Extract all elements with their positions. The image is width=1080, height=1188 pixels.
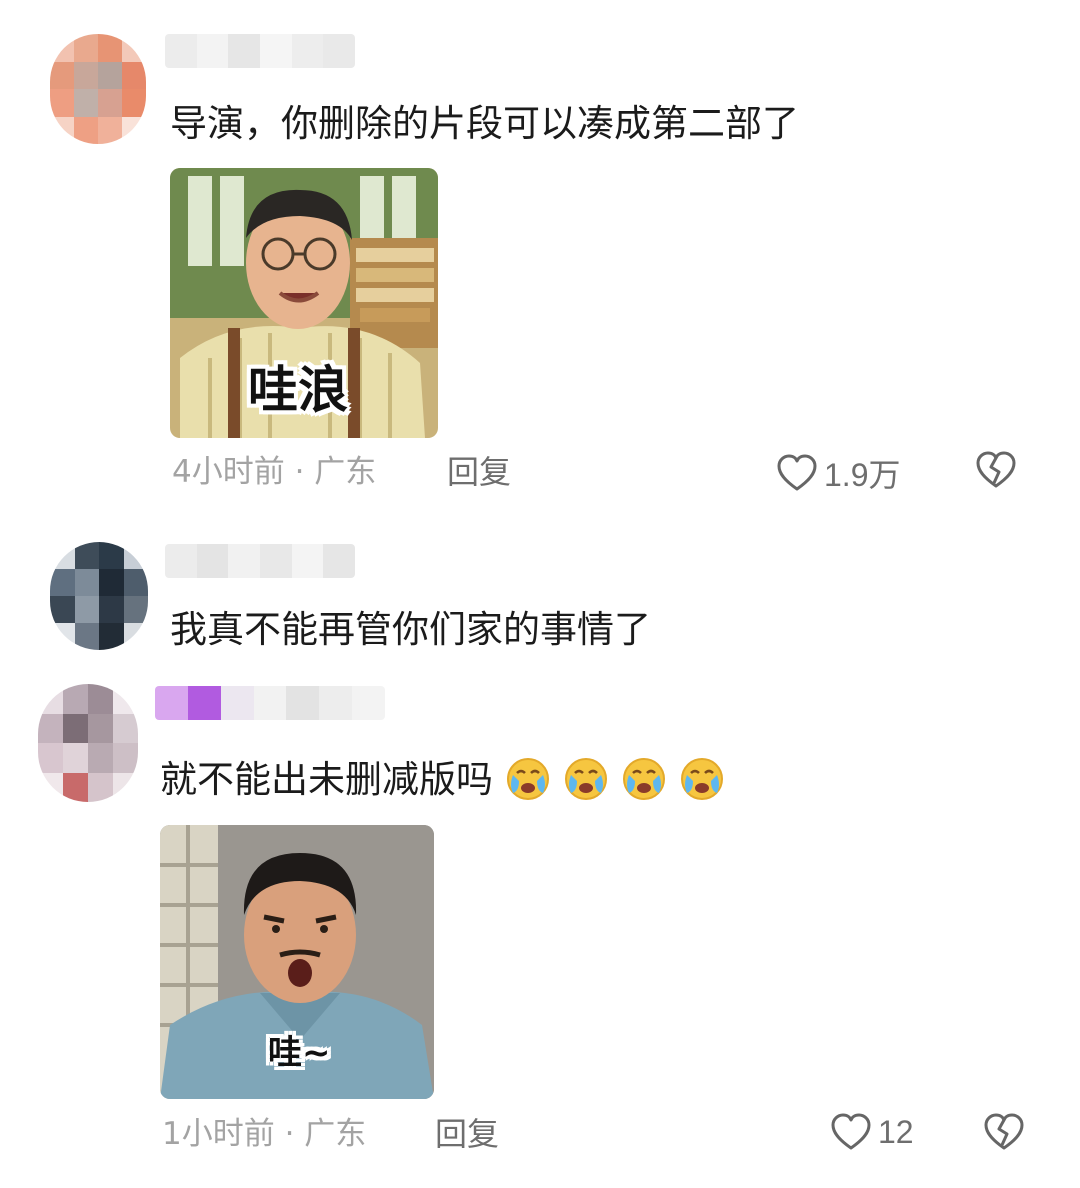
broken-heart-icon <box>976 451 1016 488</box>
comment-time-location: 4小时前 · 广东 <box>172 454 377 490</box>
like-button[interactable]: 1.9万 <box>776 450 901 496</box>
sticker-caption: 哇~ <box>268 1033 331 1073</box>
comment-text: 导演，你删除的片段可以凑成第二部了 <box>170 102 799 145</box>
broken-heart-icon <box>984 1113 1024 1150</box>
avatar[interactable] <box>38 684 138 802</box>
heart-outline-icon <box>777 454 817 491</box>
heart-outline-icon <box>831 1113 871 1150</box>
sticker-image[interactable]: 哇浪 <box>170 168 438 438</box>
reply-button[interactable]: 回复 <box>447 452 511 492</box>
username-blurred[interactable] <box>165 34 355 68</box>
comment-text: 我真不能再管你们家的事情了 <box>170 608 651 651</box>
dislike-button[interactable] <box>982 1112 1026 1156</box>
comment-text-content: 就不能出未删减版吗 <box>160 758 493 801</box>
username-blurred[interactable] <box>165 544 355 578</box>
dislike-button[interactable] <box>974 450 1018 494</box>
comment-item: 就不能出未删减版吗 哇~ 1小时前 · 广东 回复 12 <box>0 670 1080 1188</box>
comment-time-location: 1小时前 · 广东 <box>162 1116 367 1152</box>
comment-text: 就不能出未删减版吗 <box>160 756 725 805</box>
crying-face-emoji <box>563 755 609 801</box>
sticker-image[interactable]: 哇~ <box>160 825 434 1099</box>
like-count: 12 <box>878 1113 914 1150</box>
comment-item: 导演，你删除的片段可以凑成第二部了 哇浪 4小时前 · 广东 回复 1.9万 <box>0 0 1080 520</box>
username-blurred[interactable] <box>155 686 385 720</box>
avatar[interactable] <box>50 542 148 650</box>
like-count: 1.9万 <box>824 457 901 493</box>
crying-face-emoji <box>621 755 667 801</box>
like-button[interactable]: 12 <box>830 1112 914 1152</box>
avatar[interactable] <box>50 34 146 144</box>
sticker-caption: 哇浪 <box>248 361 348 419</box>
crying-face-emoji <box>679 755 725 801</box>
comment-item: 我真不能再管你们家的事情了 <box>0 530 1080 670</box>
crying-face-emoji <box>505 755 551 801</box>
reply-button[interactable]: 回复 <box>435 1114 499 1154</box>
